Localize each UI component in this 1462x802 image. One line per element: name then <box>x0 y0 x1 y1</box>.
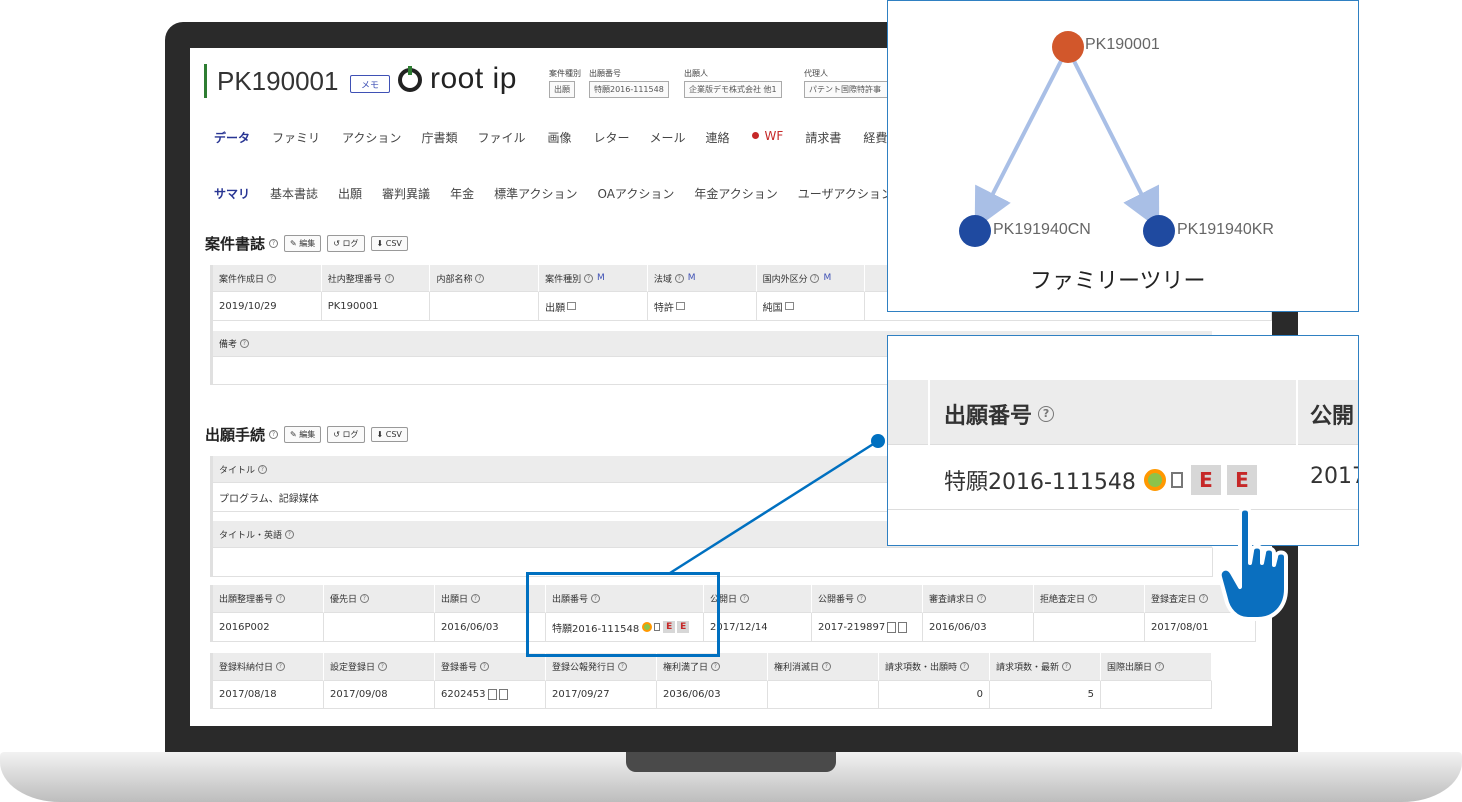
tree-node-child[interactable] <box>959 215 991 247</box>
tree-child-label: PK191940CN <box>993 221 1091 238</box>
jplat-icon[interactable] <box>1143 469 1166 491</box>
e-badge-icon[interactable]: E <box>1190 465 1221 495</box>
tree-edge <box>1072 60 1160 230</box>
zoom-header-next: 公開 <box>1310 404 1355 429</box>
tree-node-root[interactable] <box>1052 31 1084 63</box>
tree-edge <box>974 60 1063 230</box>
tree-child-label: PK191940KR <box>1177 221 1274 238</box>
tree-node-child[interactable] <box>1143 215 1175 247</box>
hand-pointer-icon <box>1218 506 1288 621</box>
zoom-header-label: 出願番号 ? <box>944 398 1055 430</box>
help-icon[interactable]: ? <box>1038 406 1055 422</box>
e-badge-icon[interactable]: E <box>1226 465 1257 495</box>
zoom-next-value: 2017 <box>1310 464 1358 489</box>
tree-root-label: PK190001 <box>1085 36 1160 53</box>
document-icon[interactable] <box>1170 472 1183 488</box>
tree-caption: ファミリーツリー <box>1030 269 1206 294</box>
family-tree-panel: PK190001 PK191940CN PK191940KR ファミリーツリー <box>887 0 1359 312</box>
zoom-app-number: 特願2016-111548 E E <box>944 464 1257 496</box>
